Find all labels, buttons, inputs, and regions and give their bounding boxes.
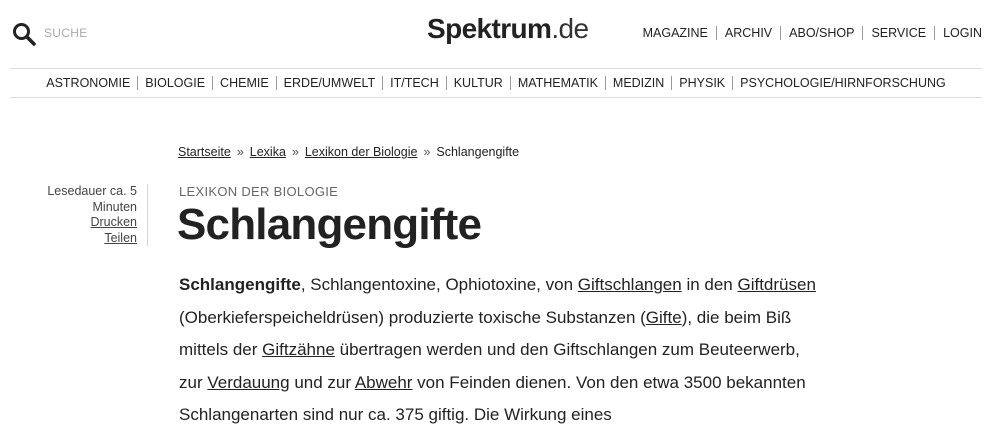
logo-brand: Spektrum — [427, 13, 552, 44]
article-text: und zur — [289, 372, 355, 392]
breadcrumb-link[interactable]: Lexikon der Biologie — [305, 145, 418, 159]
category-nav-item-chemie[interactable]: CHEMIE — [213, 76, 276, 90]
category-nav-item-psychologie-hirnforschung[interactable]: PSYCHOLOGIE/HIRNFORSCHUNG — [733, 76, 953, 90]
top-nav-item-service[interactable]: SERVICE — [863, 26, 934, 40]
article-link[interactable]: Gifte — [646, 308, 682, 327]
breadcrumb-separator: » — [236, 145, 244, 159]
category-nav-item-physik[interactable]: PHYSIK — [672, 76, 732, 90]
site-logo[interactable]: Spektrum.de — [427, 13, 589, 45]
category-nav-item-erde-umwelt[interactable]: ERDE/UMWELT — [277, 76, 382, 90]
top-nav-item-magazine[interactable]: MAGAZINE — [635, 26, 716, 40]
article-link[interactable]: Giftzähne — [262, 340, 335, 359]
top-nav-item-archiv[interactable]: ARCHIV — [717, 26, 780, 40]
header-divider — [10, 68, 982, 69]
page-title: Schlangengifte — [177, 200, 482, 249]
page: SUCHE Spektrum.de MAGAZINE ARCHIV ABO/SHOP… — [0, 0, 992, 432]
article-text: (Oberkieferspeicheldrüsen) produzierte t… — [179, 307, 646, 327]
breadcrumb-current: Schlangengifte — [436, 145, 520, 159]
article-meta: Lesedauer ca. 5 Minuten Drucken Teilen — [27, 184, 137, 246]
logo-tld: .de — [551, 13, 589, 44]
article-link[interactable]: Abwehr — [355, 373, 413, 392]
article-text: in den — [681, 275, 738, 294]
article-link[interactable]: Giftschlangen — [578, 275, 682, 294]
category-nav-divider — [10, 97, 982, 98]
article-link[interactable]: Verdauung — [207, 373, 289, 392]
top-nav-item-abo-shop[interactable]: ABO/SHOP — [781, 26, 862, 40]
breadcrumb: Startseite » Lexika » Lexikon der Biologie » S… — [178, 145, 519, 159]
category-nav-item-astronomie[interactable]: ASTRONOMIE — [39, 76, 137, 90]
category-nav-item-medizin[interactable]: MEDIZIN — [606, 76, 671, 90]
search-input[interactable]: SUCHE — [44, 26, 88, 40]
breadcrumb-separator: » — [291, 145, 299, 159]
breadcrumb-link[interactable]: Startseite — [178, 145, 231, 159]
breadcrumb-link[interactable]: Lexika — [250, 145, 286, 159]
article-text: , Schlangentoxine, Ophiotoxine, von — [300, 275, 578, 294]
meta-divider — [147, 184, 148, 246]
term-headword: Schlangengifte — [179, 275, 301, 294]
reading-time: Lesedauer ca. 5 Minuten — [47, 184, 137, 214]
category-nav-item-biologie[interactable]: BIOLOGIE — [138, 76, 212, 90]
search-icon[interactable] — [12, 22, 36, 46]
category-nav-item-it-tech[interactable]: IT/TECH — [383, 76, 446, 90]
category-nav: ASTRONOMIE BIOLOGIE CHEMIE ERDE/UMWELT IT/TE… — [0, 74, 992, 92]
top-nav-item-login[interactable]: LOGIN — [935, 26, 982, 40]
breadcrumb-separator: » — [423, 145, 431, 159]
print-link[interactable]: Drucken — [27, 215, 137, 231]
category-nav-item-kultur[interactable]: KULTUR — [447, 76, 510, 90]
category-nav-item-mathematik[interactable]: MATHEMATIK — [511, 76, 605, 90]
site-header: SUCHE Spektrum.de MAGAZINE ARCHIV ABO/SHOP… — [0, 0, 992, 68]
article-link[interactable]: Giftdrüsen — [737, 275, 815, 294]
article-body: Schlangengifte, Schlangentoxine, Ophioto… — [179, 269, 819, 432]
article-kicker: LEXIKON DER BIOLOGIE — [179, 184, 339, 199]
top-nav: MAGAZINE ARCHIV ABO/SHOP SERVICE LOGIN — [635, 26, 982, 40]
share-link[interactable]: Teilen — [27, 231, 137, 247]
